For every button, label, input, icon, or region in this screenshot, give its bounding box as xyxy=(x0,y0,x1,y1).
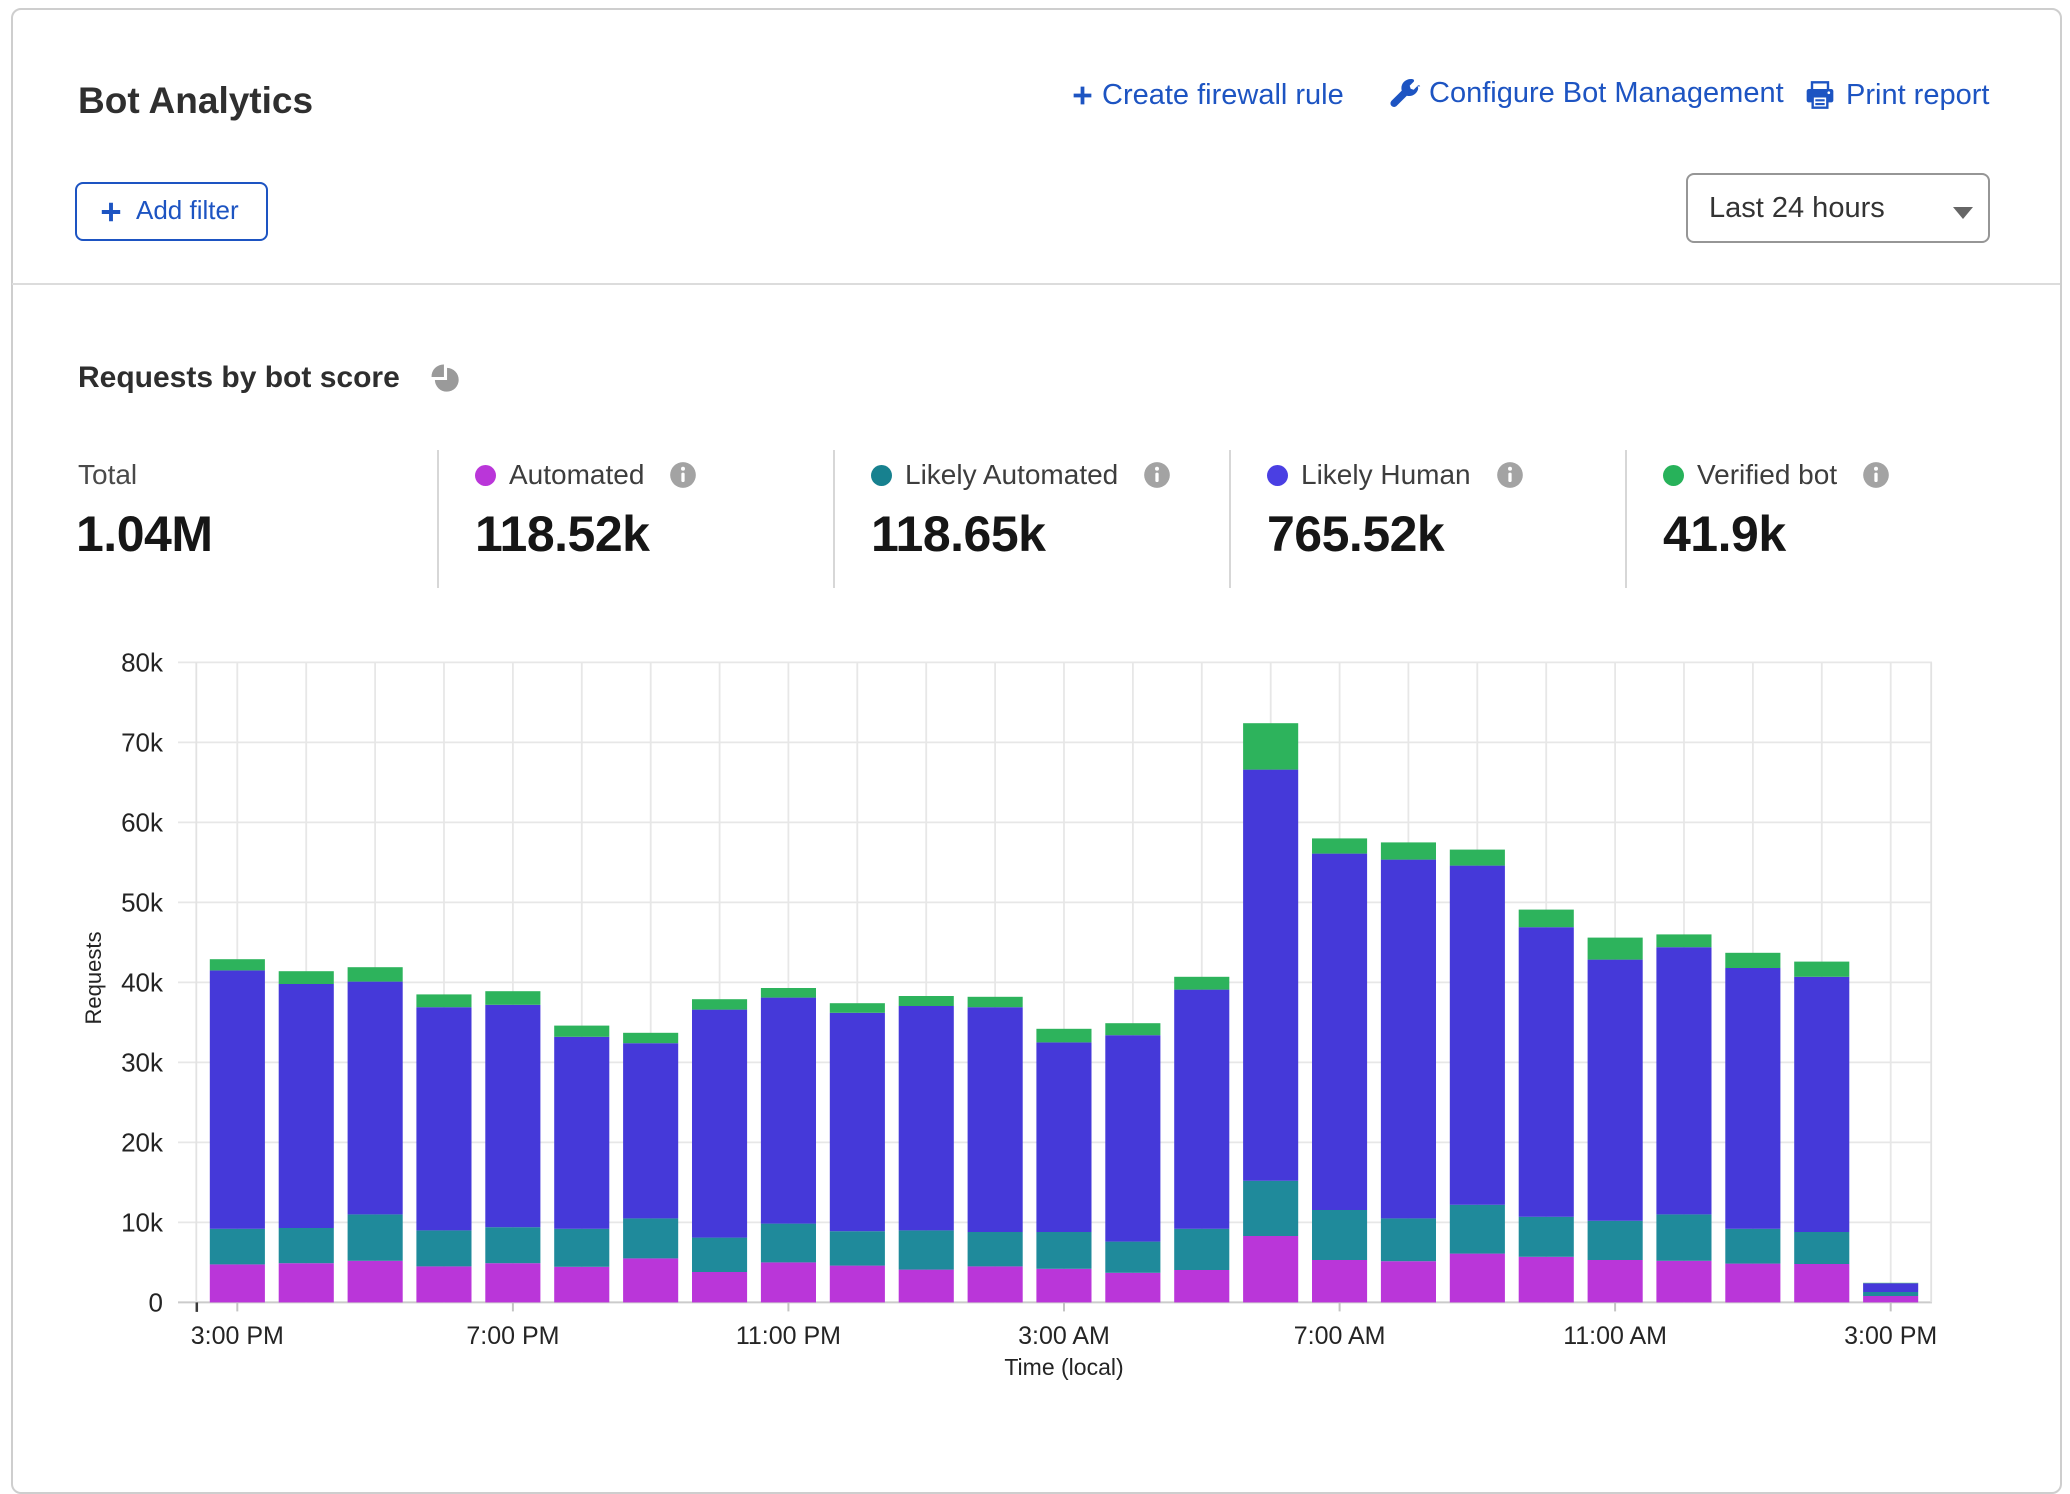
svg-text:7:00 PM: 7:00 PM xyxy=(466,1322,559,1350)
svg-text:0: 0 xyxy=(149,1287,163,1317)
svg-text:80k: 80k xyxy=(121,647,164,677)
svg-text:11:00 PM: 11:00 PM xyxy=(736,1322,841,1350)
svg-text:40k: 40k xyxy=(121,967,164,997)
svg-text:7:00 AM: 7:00 AM xyxy=(1294,1322,1386,1350)
svg-text:3:00 AM: 3:00 AM xyxy=(1018,1322,1110,1350)
svg-text:20k: 20k xyxy=(121,1127,164,1157)
svg-text:60k: 60k xyxy=(121,807,164,837)
svg-text:10k: 10k xyxy=(121,1207,164,1237)
svg-text:Requests: Requests xyxy=(81,932,106,1025)
svg-text:50k: 50k xyxy=(121,887,164,917)
svg-text:11:00 AM: 11:00 AM xyxy=(1563,1322,1667,1350)
svg-text:3:00 PM: 3:00 PM xyxy=(1844,1322,1937,1350)
svg-text:3:00 PM: 3:00 PM xyxy=(191,1322,284,1350)
svg-text:Time (local): Time (local) xyxy=(1004,1354,1123,1380)
svg-text:30k: 30k xyxy=(121,1047,164,1077)
svg-text:70k: 70k xyxy=(121,727,164,757)
